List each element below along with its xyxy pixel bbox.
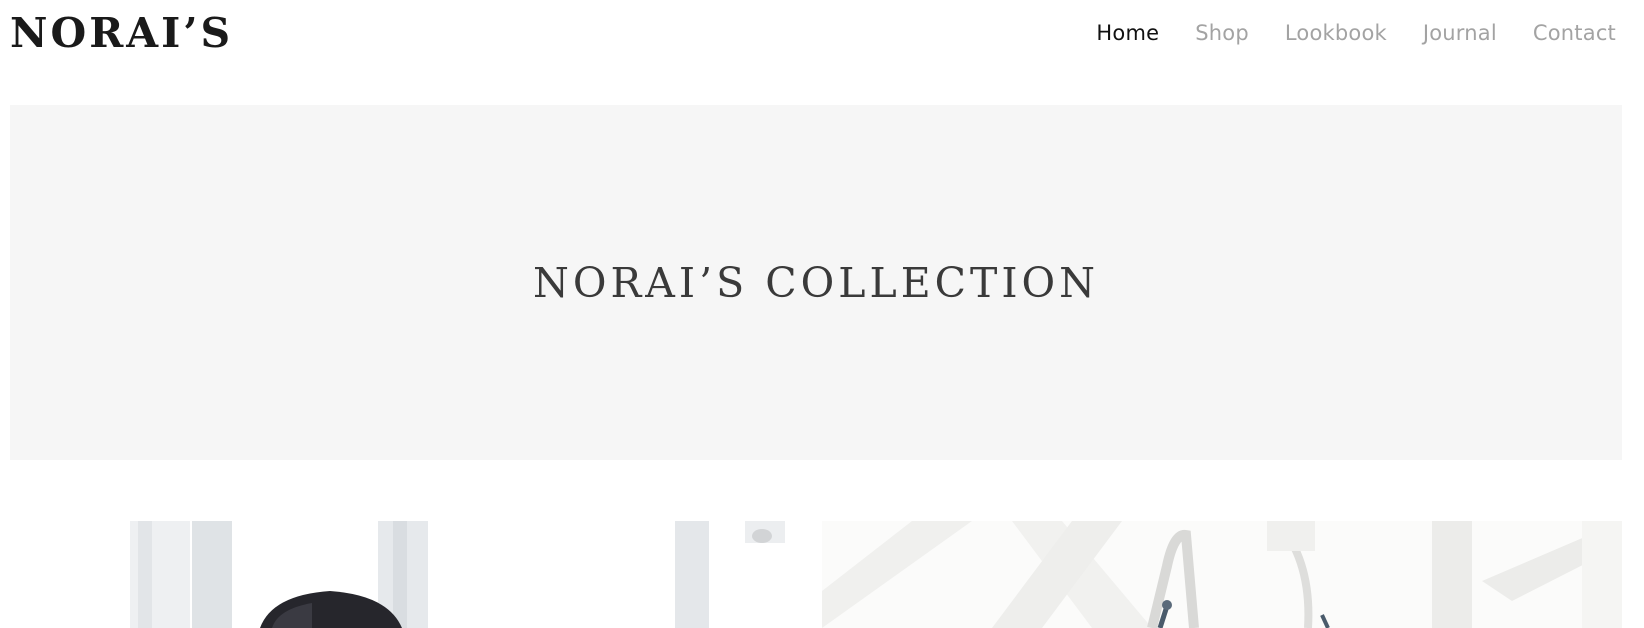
nav-link-journal[interactable]: Journal: [1423, 14, 1497, 52]
hero-title: NORAI’S COLLECTION: [532, 258, 1100, 307]
nav-link-lookbook[interactable]: Lookbook: [1285, 14, 1387, 52]
hero-banner: NORAI’S COLLECTION: [10, 105, 1622, 460]
nav-link-shop[interactable]: Shop: [1195, 14, 1249, 52]
main-nav: Home Shop Lookbook Journal Contact: [1096, 14, 1616, 52]
photo-model-image: [10, 521, 807, 628]
lookbook-photo-model[interactable]: [10, 521, 807, 628]
photo-bag-image: [822, 521, 1622, 628]
nav-link-home[interactable]: Home: [1096, 14, 1159, 52]
lookbook-photo-bag[interactable]: [822, 521, 1622, 628]
nav-link-contact[interactable]: Contact: [1533, 14, 1616, 52]
site-logo[interactable]: NORAI’S: [10, 8, 233, 58]
